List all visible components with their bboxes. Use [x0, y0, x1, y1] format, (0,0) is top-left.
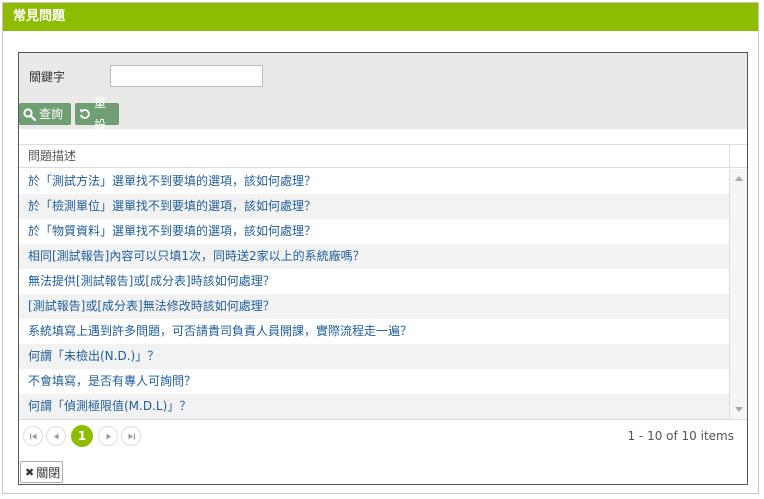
pager-info: 1 - 10 of 10 items: [627, 429, 734, 443]
search-panel: 關鍵字 查詢 重設: [19, 53, 747, 132]
faq-row[interactable]: 系統填寫上遇到許多問題，可否請貴司負責人員開課，實際流程走一遍？: [19, 319, 729, 344]
keyword-label: 關鍵字: [29, 70, 66, 84]
last-page-icon: [128, 433, 135, 439]
close-icon: ✖: [25, 465, 35, 479]
reset-button[interactable]: 重設: [75, 96, 119, 132]
faq-grid: 問題描述 於「測試方法」選單找不到要填的選項，該如何處理？ 於「檢測單位」選單找…: [19, 144, 747, 452]
scroll-up-arrow-icon[interactable]: [735, 176, 743, 181]
faq-row[interactable]: 相同[測試報告]內容可以只填1次，同時送2家以上的系統廠嗎？: [19, 244, 729, 269]
first-page-icon: [29, 433, 36, 439]
faq-row[interactable]: 何謂「偵測極限值(M.D.L)」？: [19, 394, 729, 419]
faq-row[interactable]: 無法提供[測試報告]或[成分表]時該如何處理？: [19, 269, 729, 294]
faq-row[interactable]: 何謂「未檢出(N.D.)」？: [19, 344, 729, 369]
grid-pager: 1 1 - 10 of 10 items: [19, 419, 747, 452]
faq-row[interactable]: [測試報告]或[成分表]無法修改時該如何處理？: [19, 294, 729, 319]
faq-row[interactable]: 於「物質資料」選單找不到要填的選項，該如何處理？: [19, 219, 729, 244]
faq-panel: 關鍵字 查詢 重設 問題描述 於「測試方法」選單找不到要填的選項，該如何處理？ …: [18, 52, 748, 485]
close-button[interactable]: ✖ 關閉: [20, 461, 63, 483]
scroll-down-arrow-icon[interactable]: [735, 407, 743, 412]
search-icon: [23, 107, 36, 121]
vertical-scrollbar[interactable]: [729, 169, 747, 419]
first-page-button[interactable]: [23, 426, 43, 446]
faq-row[interactable]: 於「檢測單位」選單找不到要填的選項，該如何處理？: [19, 194, 729, 219]
current-page-button[interactable]: 1: [71, 425, 93, 447]
last-page-button[interactable]: [121, 426, 141, 446]
prev-page-icon: [53, 433, 58, 439]
faq-row[interactable]: 不會填寫，是否有專人可詢問？: [19, 369, 729, 394]
next-page-button[interactable]: [98, 426, 118, 446]
close-button-label: 關閉: [36, 465, 61, 480]
grid-rows: 於「測試方法」選單找不到要填的選項，該如何處理？ 於「檢測單位」選單找不到要填的…: [19, 169, 729, 419]
keyword-input[interactable]: [110, 65, 263, 87]
reset-button-label: 重設: [94, 96, 107, 132]
prev-page-button[interactable]: [46, 426, 66, 446]
faq-dialog: 常見問題 關鍵字 查詢 重設 問題描述 於「測試方法」選單找不到要填的選項，該如…: [2, 2, 759, 494]
query-button[interactable]: 查詢: [19, 103, 71, 125]
reset-icon: [79, 108, 91, 120]
next-page-icon: [106, 433, 111, 439]
column-header-spacer: [729, 145, 747, 168]
query-button-label: 查詢: [39, 107, 64, 121]
faq-row[interactable]: 於「測試方法」選單找不到要填的選項，該如何處理？: [19, 169, 729, 194]
dialog-title: 常見問題: [3, 3, 758, 31]
column-header-description[interactable]: 問題描述: [19, 145, 729, 168]
